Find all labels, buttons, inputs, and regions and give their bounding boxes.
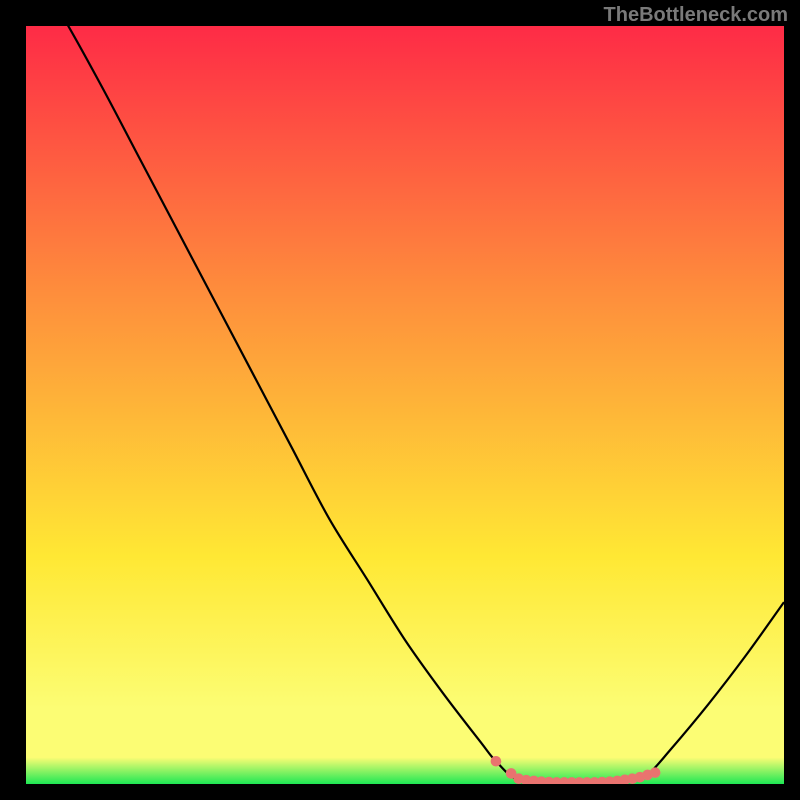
chart-svg [26, 26, 784, 784]
gradient-background [26, 26, 784, 784]
plot-area [26, 26, 784, 784]
marker-point [491, 756, 502, 767]
marker-point [650, 767, 661, 778]
chart-container: TheBottleneck.com [0, 0, 800, 800]
watermark-text: TheBottleneck.com [604, 4, 788, 27]
